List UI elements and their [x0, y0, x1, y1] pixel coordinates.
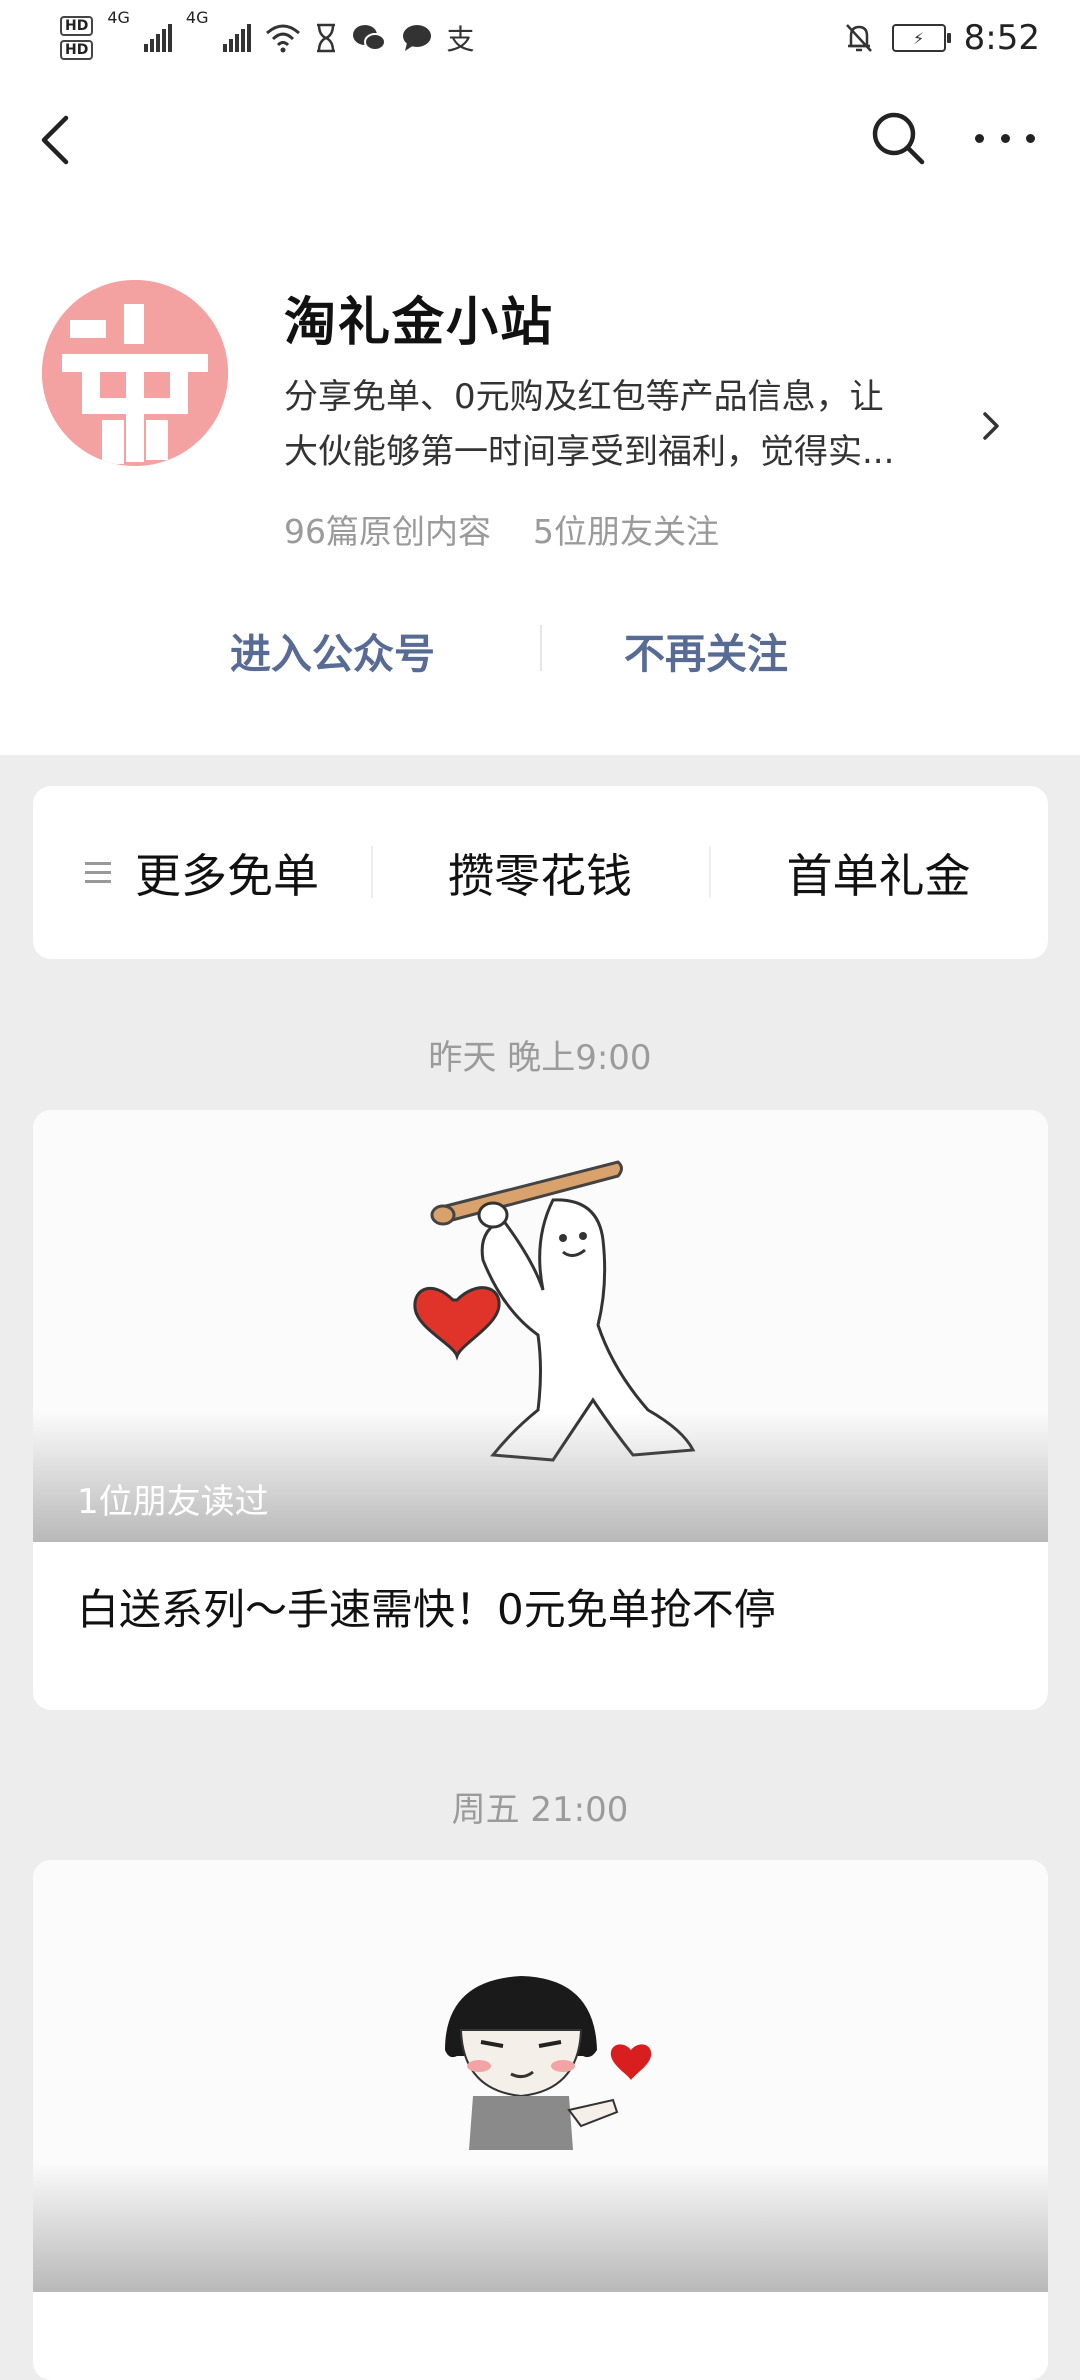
menu-item-save-money[interactable]: 攒零花钱: [371, 786, 709, 959]
chevron-left-icon[interactable]: [30, 110, 80, 170]
network-type-label: 4G: [185, 8, 209, 27]
wifi-icon: [265, 24, 300, 53]
network-type-label: 4G: [107, 8, 130, 27]
article-cover-image[interactable]: 1位朋友读过: [33, 1110, 1048, 1542]
article-title[interactable]: 白送系列～手速需快！0元免单抢不停: [77, 1576, 776, 1637]
avatar[interactable]: 免: [42, 280, 228, 466]
chevron-right-icon[interactable]: [980, 408, 1004, 444]
more-dots-icon[interactable]: [975, 118, 1035, 158]
enter-account-button[interactable]: 进入公众号: [230, 620, 435, 680]
signal-icon: [222, 24, 251, 52]
message-timestamp: 周五 21:00: [451, 1790, 629, 1830]
menu-bar: 更多免单 攒零花钱 首单礼金: [33, 786, 1048, 959]
description-line: 分享免单、0元购及红包等产品信息，让: [284, 377, 884, 417]
signal-icon: [143, 24, 172, 52]
message-timestamp: 昨天 晚上9:00: [428, 1038, 652, 1078]
article-card[interactable]: [33, 1860, 1048, 2380]
menu-item-first-order[interactable]: 首单礼金: [709, 786, 1048, 959]
original-count: 96篇原创内容: [284, 512, 491, 551]
account-description[interactable]: 分享免单、0元购及红包等产品信息，让 大伙能够第一时间享受到福利，觉得实...: [284, 370, 984, 480]
unfollow-button[interactable]: 不再关注: [624, 620, 788, 680]
wechat-icon: [352, 25, 386, 51]
mute-bell-icon: [845, 24, 872, 52]
friends-following[interactable]: 5位朋友关注: [533, 512, 719, 551]
search-icon[interactable]: [868, 108, 928, 168]
menu-list-icon: [85, 862, 111, 883]
account-name[interactable]: 淘礼金小站: [284, 280, 554, 355]
hd-label: HD: [60, 40, 94, 60]
menu-item-label: 攒零花钱: [448, 848, 632, 903]
friends-read-badge: 1位朋友读过: [77, 1482, 269, 1522]
status-bar: HD HD 4G 4G 支 ⚡ 8:52: [0, 0, 1080, 70]
description-line: 大伙能够第一时间享受到福利，觉得实...: [284, 432, 895, 472]
status-left-group: HD HD 4G 4G 支: [60, 8, 475, 68]
battery-charging-icon: ⚡: [891, 24, 951, 52]
article-card[interactable]: 1位朋友读过 白送系列～手速需快！0元免单抢不停: [33, 1110, 1048, 1710]
hd-icon: HD HD: [60, 16, 94, 60]
menu-item-label: 首单礼金: [786, 848, 971, 903]
menu-item-label: 更多免单: [135, 848, 319, 903]
status-right-group: ⚡ 8:52: [844, 10, 1040, 66]
alipay-icon: 支: [446, 23, 475, 56]
message-icon: [402, 25, 431, 51]
article-cover-image[interactable]: [33, 1860, 1048, 2292]
hd-label: HD: [60, 16, 94, 36]
action-divider: [540, 625, 542, 671]
account-stats: 96篇原创内容 5位朋友关注: [284, 505, 719, 553]
cover-gradient: [33, 2162, 1048, 2292]
status-time: 8:52: [963, 18, 1040, 58]
avatar-logo-icon: [42, 280, 228, 466]
hourglass-icon: [316, 23, 335, 53]
menu-item-more-free[interactable]: 更多免单: [33, 786, 371, 959]
